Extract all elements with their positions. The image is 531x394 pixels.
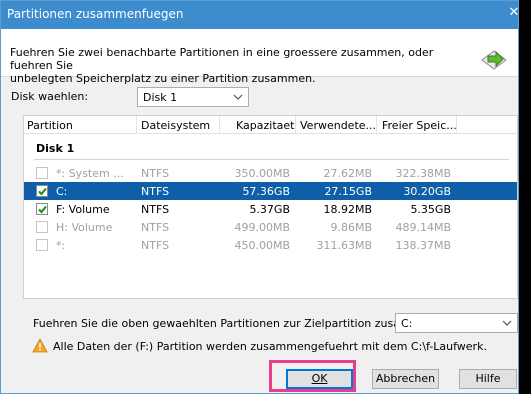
partition-name: *:: [56, 239, 66, 252]
disk-select[interactable]: Disk 1: [137, 87, 249, 107]
partition-checkbox[interactable]: [36, 239, 48, 251]
free-cell: 489.14MB: [395, 221, 451, 234]
table-row[interactable]: F: Volume NTFS 5.37GB 18.92MB 5.35GB: [24, 200, 517, 218]
table-row[interactable]: *: System ... NTFS 350.00MB 27.62MB 322.…: [24, 164, 517, 182]
help-button[interactable]: Hilfe: [459, 369, 517, 389]
warning-message: Alle Daten der (F:) Partition werden zus…: [53, 340, 487, 353]
filesystem-cell: NTFS: [141, 239, 170, 252]
capacity-cell: 450.00MB: [234, 239, 290, 252]
filesystem-cell: NTFS: [141, 167, 170, 180]
checkmark-icon: [38, 187, 47, 196]
capacity-cell: 350.00MB: [234, 167, 290, 180]
free-cell: 322.38MB: [395, 167, 451, 180]
disk-select-value: Disk 1: [143, 91, 178, 104]
close-icon: ✕: [508, 5, 520, 20]
used-cell: 9.86MB: [330, 221, 372, 234]
chevron-down-icon: [502, 320, 512, 326]
window-title: Partitionen zusammenfuegen: [7, 7, 184, 21]
target-partition-select[interactable]: C:: [395, 313, 518, 333]
partition-checkbox[interactable]: [36, 167, 48, 179]
partition-checkbox[interactable]: [36, 203, 48, 215]
warning-icon: [32, 338, 48, 353]
column-header-partition[interactable]: Partition: [27, 119, 73, 132]
table-row[interactable]: C: NTFS 57.36GB 27.15GB 30.20GB: [24, 182, 517, 200]
partition-name: F: Volume: [56, 203, 110, 216]
merge-partitions-dialog: Partitionen zusammenfuegen Fuehren Sie z…: [0, 0, 519, 394]
partition-name: *: System ...: [56, 167, 124, 180]
column-header-used[interactable]: Verwendete...: [300, 119, 376, 132]
chevron-down-icon: [233, 94, 243, 100]
checkmark-icon: [38, 205, 47, 214]
cancel-button-label: Abbrechen: [375, 372, 436, 385]
column-header-filesystem[interactable]: Dateisystem: [141, 119, 210, 132]
column-header-capacity[interactable]: Kapazitaet: [236, 119, 294, 132]
description-line-2: unbelegten Speicherplatz zu einer Partit…: [10, 72, 316, 85]
free-cell: 5.35GB: [410, 203, 451, 216]
target-partition-value: C:: [401, 317, 413, 330]
table-row[interactable]: H: Volume NTFS 499.00MB 9.86MB 489.14MB: [24, 218, 517, 236]
partition-checkbox[interactable]: [36, 185, 48, 197]
partition-name: H: Volume: [56, 221, 113, 234]
disk-select-label: Disk waehlen:: [11, 90, 89, 103]
filesystem-cell: NTFS: [141, 221, 170, 234]
table-row[interactable]: *: NTFS 450.00MB 311.63MB 138.37MB: [24, 236, 517, 254]
filesystem-cell: NTFS: [141, 203, 170, 216]
partition-checkbox[interactable]: [36, 221, 48, 233]
capacity-cell: 5.37GB: [249, 203, 290, 216]
group-divider: [34, 159, 509, 160]
used-cell: 311.63MB: [316, 239, 372, 252]
filesystem-cell: NTFS: [141, 185, 170, 198]
help-button-label: Hilfe: [475, 372, 501, 385]
used-cell: 27.15GB: [324, 185, 372, 198]
used-cell: 18.92MB: [323, 203, 372, 216]
dialog-header: Fuehren Sie zwei benachbarte Partitionen…: [1, 29, 518, 85]
free-cell: 30.20GB: [403, 185, 451, 198]
description-line-1: Fuehren Sie zwei benachbarte Partitionen…: [10, 46, 434, 72]
partition-table: Partition Dateisystem Kapazitaet Verwend…: [23, 115, 518, 299]
target-partition-label: Fuehren Sie die oben gewaehlten Partitio…: [33, 317, 439, 330]
partition-name: C:: [56, 185, 68, 198]
ok-button-highlight: [269, 360, 356, 392]
disk-group-header: Disk 1: [36, 142, 75, 155]
title-bar: Partitionen zusammenfuegen: [1, 1, 518, 29]
merge-arrow-icon: [481, 50, 507, 70]
free-cell: 138.37MB: [395, 239, 451, 252]
dialog-description: Fuehren Sie zwei benachbarte Partitionen…: [10, 46, 450, 85]
used-cell: 27.62MB: [323, 167, 372, 180]
close-button[interactable]: ✕: [506, 4, 522, 22]
column-header-free[interactable]: Freier Speic...: [382, 119, 457, 132]
capacity-cell: 499.00MB: [234, 221, 290, 234]
cancel-button[interactable]: Abbrechen: [372, 369, 439, 389]
capacity-cell: 57.36GB: [242, 185, 290, 198]
table-header: Partition Dateisystem Kapazitaet Verwend…: [24, 116, 517, 134]
